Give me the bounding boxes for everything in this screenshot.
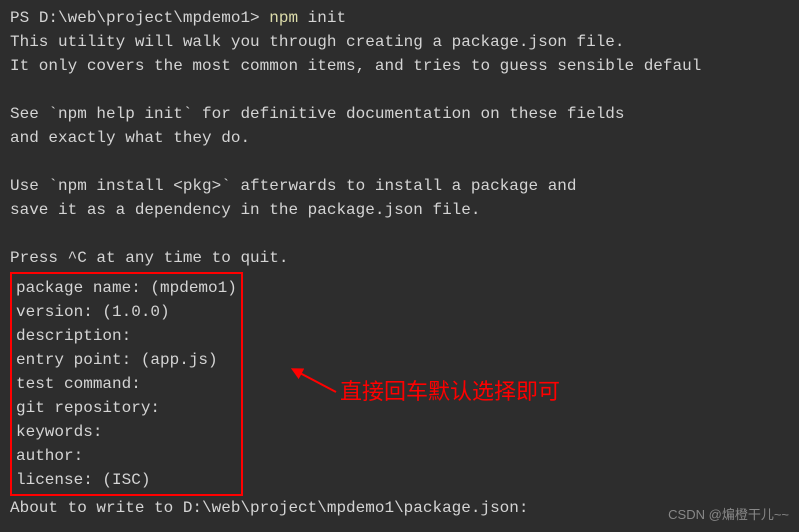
prompt-license[interactable]: license: (ISC) (16, 468, 237, 492)
prompt-test-command[interactable]: test command: (16, 372, 237, 396)
watermark: CSDN @煸橙干儿~~ (668, 505, 789, 525)
prompt-git-repository[interactable]: git repository: (16, 396, 237, 420)
output-line: save it as a dependency in the package.j… (10, 198, 789, 222)
highlight-box: package name: (mpdemo1) version: (1.0.0)… (10, 272, 243, 496)
prompt-prefix: PS (10, 9, 39, 27)
output-line: See `npm help init` for definitive docum… (10, 102, 789, 126)
command-arg: init (298, 9, 346, 27)
blank-line (10, 78, 789, 102)
blank-line (10, 222, 789, 246)
terminal-output: PS D:\web\project\mpdemo1> npm init This… (10, 6, 789, 520)
prompt-package-name[interactable]: package name: (mpdemo1) (16, 276, 237, 300)
prompt-entry-point[interactable]: entry point: (app.js) (16, 348, 237, 372)
output-line: Press ^C at any time to quit. (10, 246, 789, 270)
blank-line (10, 150, 789, 174)
prompt-keywords[interactable]: keywords: (16, 420, 237, 444)
output-line: It only covers the most common items, an… (10, 54, 789, 78)
annotation-text: 直接回车默认选择即可 (340, 375, 560, 408)
prompt-line[interactable]: PS D:\web\project\mpdemo1> npm init (10, 6, 789, 30)
prompt-author[interactable]: author: (16, 444, 237, 468)
output-line: and exactly what they do. (10, 126, 789, 150)
output-line: Use `npm install <pkg>` afterwards to in… (10, 174, 789, 198)
command-name: npm (269, 9, 298, 27)
prompt-path: D:\web\project\mpdemo1> (39, 9, 269, 27)
output-line: This utility will walk you through creat… (10, 30, 789, 54)
prompt-version[interactable]: version: (1.0.0) (16, 300, 237, 324)
prompt-description[interactable]: description: (16, 324, 237, 348)
